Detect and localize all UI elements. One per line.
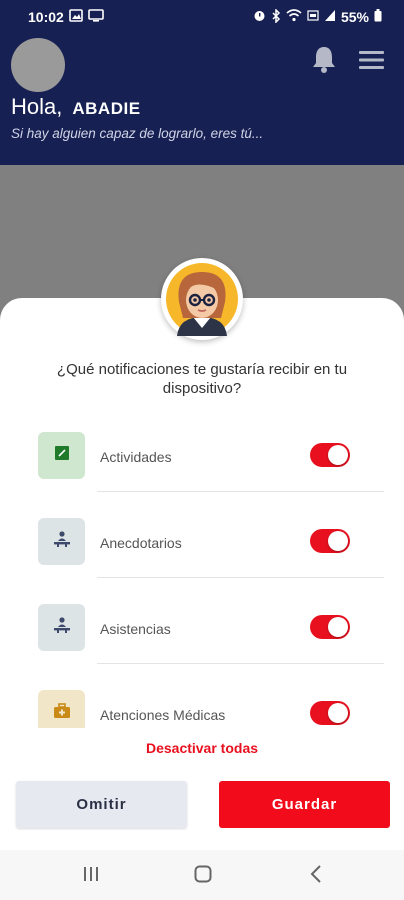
signal-icon [324, 9, 336, 25]
activity-tile [38, 432, 85, 479]
status-bar: 10:02 55% [0, 0, 404, 34]
greeting: Hola, ABADIE [11, 94, 141, 120]
home-icon[interactable] [193, 864, 213, 889]
attendance-toggle[interactable] [310, 615, 350, 639]
back-icon[interactable] [309, 864, 323, 889]
medical-tile [38, 690, 85, 728]
deactivate-all-link[interactable]: Desactivar todas [0, 740, 404, 756]
item-label: Actividades [100, 449, 172, 465]
person-desk-icon [53, 616, 71, 639]
user-name: ABADIE [72, 99, 141, 118]
toggle-knob [328, 531, 348, 551]
alarm-icon [253, 9, 266, 25]
list-item: Actividades [0, 420, 404, 506]
list-item: Anecdotarios [0, 506, 404, 592]
notification-list: Actividades Anecdotarios Asistencias Ate… [0, 420, 404, 728]
toggle-knob [328, 617, 348, 637]
item-label: Atenciones Médicas [100, 707, 226, 723]
medical-kit-icon [53, 703, 71, 724]
volte-icon [307, 9, 319, 25]
wifi-icon [286, 9, 302, 25]
screen-icon [88, 9, 104, 25]
app-header: 10:02 55% Hola, ABADIE Si hay alguien ca… [0, 0, 404, 165]
anecdotes-toggle[interactable] [310, 529, 350, 553]
bell-icon[interactable] [310, 44, 338, 79]
activities-toggle[interactable] [310, 443, 350, 467]
skip-button[interactable]: Omitir [16, 781, 187, 828]
motivational-slogan: Si hay alguien capaz de lograrlo, eres t… [11, 126, 264, 141]
divider [97, 491, 384, 492]
battery-icon [374, 9, 382, 25]
item-label: Asistencias [100, 621, 171, 637]
image-icon [69, 9, 83, 25]
hamburger-menu-icon[interactable] [359, 50, 384, 75]
teacher-avatar [161, 258, 243, 340]
medical-toggle[interactable] [310, 701, 350, 725]
attendance-tile [38, 604, 85, 651]
list-item: Atenciones Médicas [0, 678, 404, 728]
toggle-knob [328, 445, 348, 465]
person-desk-icon [53, 530, 71, 553]
save-button[interactable]: Guardar [219, 781, 390, 828]
list-item: Asistencias [0, 592, 404, 678]
recents-icon[interactable] [82, 864, 100, 889]
activity-icon [54, 446, 69, 465]
battery-level: 55% [340, 9, 369, 25]
notification-question: ¿Qué notificaciones te gustaría recibir … [56, 361, 348, 397]
item-label: Anecdotarios [100, 535, 182, 551]
greeting-text: Hola, [11, 94, 63, 119]
divider [97, 663, 384, 664]
status-time: 10:02 [28, 9, 64, 25]
toggle-knob [328, 703, 348, 723]
anecdotes-tile [38, 518, 85, 565]
teacher-illustration-icon [166, 263, 238, 336]
divider [97, 577, 384, 578]
avatar[interactable] [11, 38, 65, 92]
bluetooth-icon [271, 7, 281, 26]
system-nav-bar [0, 850, 404, 900]
